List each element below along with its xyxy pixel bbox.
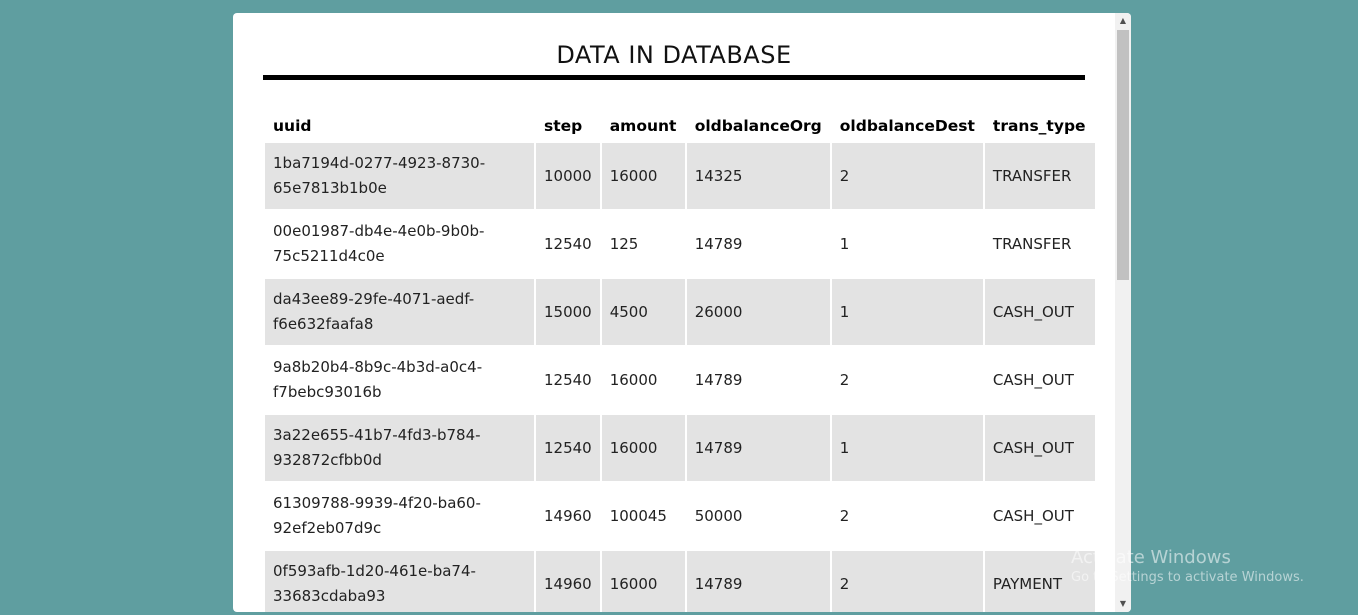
table-row: 1ba7194d-0277-4923-8730- 65e7813b1b0e 10…	[265, 143, 1095, 209]
cell-uuid: 0f593afb-1d20-461e-ba74- 33683cdaba93	[265, 551, 534, 612]
cell-step: 12540	[536, 211, 600, 277]
cell-step: 12540	[536, 415, 600, 481]
cell-oldbalance-dest: 2	[831, 551, 983, 612]
cell-trans-type: CASH_OUT	[984, 279, 1095, 345]
table-row: da43ee89-29fe-4071-aedf- f6e632faafa8 15…	[265, 279, 1095, 345]
cell-amount: 16000	[601, 415, 685, 481]
cell-oldbalance-dest: 2	[831, 143, 983, 209]
cell-oldbalance-org: 50000	[686, 483, 830, 549]
watermark-subtitle: Go to Settings to activate Windows.	[1071, 570, 1304, 585]
cell-oldbalance-dest: 1	[831, 211, 983, 277]
cell-amount: 16000	[601, 143, 685, 209]
uuid-value: 00e01987-db4e-4e0b-9b0b- 75c5211d4c0e	[273, 222, 485, 265]
cell-oldbalance-dest: 1	[831, 279, 983, 345]
header-uuid: uuid	[273, 117, 312, 135]
cell-amount: 4500	[601, 279, 685, 345]
cell-uuid: 00e01987-db4e-4e0b-9b0b- 75c5211d4c0e	[265, 211, 534, 277]
title-divider	[263, 75, 1085, 80]
cell-step: 15000	[536, 279, 600, 345]
uuid-value: 0f593afb-1d20-461e-ba74- 33683cdaba93	[273, 562, 476, 605]
table-row: 9a8b20b4-8b9c-4b3d-a0c4- f7bebc93016b 12…	[265, 347, 1095, 413]
cell-amount: 16000	[601, 347, 685, 413]
uuid-value: 1ba7194d-0277-4923-8730- 65e7813b1b0e	[273, 154, 486, 197]
scrollbar-thumb[interactable]	[1117, 30, 1129, 280]
cell-oldbalance-org: 14325	[686, 143, 830, 209]
cell-oldbalance-org: 26000	[686, 279, 830, 345]
cell-amount: 16000	[601, 551, 685, 612]
cell-step: 12540	[536, 347, 600, 413]
cell-uuid: da43ee89-29fe-4071-aedf- f6e632faafa8	[265, 279, 534, 345]
cell-amount: 125	[601, 211, 685, 277]
header-oldbalance-dest: oldbalanceDest	[839, 117, 975, 135]
header-amount: amount	[609, 117, 677, 135]
uuid-value: 61309788-9939-4f20-ba60- 92ef2eb07d9c	[273, 494, 481, 537]
cell-trans-type: CASH_OUT	[984, 347, 1095, 413]
uuid-value: 9a8b20b4-8b9c-4b3d-a0c4- f7bebc93016b	[273, 358, 483, 401]
vertical-scrollbar[interactable]: ▲ ▼	[1115, 13, 1131, 612]
cell-oldbalance-org: 14789	[686, 551, 830, 612]
watermark-title: Activate Windows	[1071, 547, 1231, 568]
cell-uuid: 3a22e655-41b7-4fd3-b784- 932872cfbb0d	[265, 415, 534, 481]
cell-uuid: 1ba7194d-0277-4923-8730- 65e7813b1b0e	[265, 143, 534, 209]
cell-oldbalance-dest: 1	[831, 415, 983, 481]
data-panel: DATA IN DATABASE uuid step amount oldbal…	[233, 13, 1131, 612]
cell-step: 14960	[536, 483, 600, 549]
table-header-row: uuid step amount oldbalanceOrg oldbalanc…	[265, 111, 1095, 141]
panel-content: DATA IN DATABASE uuid step amount oldbal…	[233, 13, 1115, 612]
cell-oldbalance-org: 14789	[686, 211, 830, 277]
table-row: 61309788-9939-4f20-ba60- 92ef2eb07d9c 14…	[265, 483, 1095, 549]
cell-trans-type: CASH_OUT	[984, 483, 1095, 549]
cell-amount: 100045	[601, 483, 685, 549]
table-row: 00e01987-db4e-4e0b-9b0b- 75c5211d4c0e 12…	[265, 211, 1095, 277]
cell-step: 14960	[536, 551, 600, 612]
header-step: step	[544, 117, 583, 135]
table-row: 3a22e655-41b7-4fd3-b784- 932872cfbb0d 12…	[265, 415, 1095, 481]
page-title: DATA IN DATABASE	[556, 41, 792, 69]
cell-oldbalance-org: 14789	[686, 415, 830, 481]
activate-windows-watermark: Activate Windows Go to Settings to activ…	[1071, 547, 1304, 587]
cell-trans-type: TRANSFER	[984, 143, 1095, 209]
cell-trans-type: CASH_OUT	[984, 415, 1095, 481]
cell-trans-type: TRANSFER	[984, 211, 1095, 277]
uuid-value: da43ee89-29fe-4071-aedf- f6e632faafa8	[273, 290, 475, 333]
data-table: uuid step amount oldbalanceOrg oldbalanc…	[263, 109, 1097, 612]
cell-uuid: 9a8b20b4-8b9c-4b3d-a0c4- f7bebc93016b	[265, 347, 534, 413]
scroll-up-icon[interactable]: ▲	[1115, 13, 1131, 29]
header-oldbalance-org: oldbalanceOrg	[694, 117, 822, 135]
cell-step: 10000	[536, 143, 600, 209]
scroll-down-icon[interactable]: ▼	[1115, 596, 1131, 612]
table-row: 0f593afb-1d20-461e-ba74- 33683cdaba93 14…	[265, 551, 1095, 612]
cell-uuid: 61309788-9939-4f20-ba60- 92ef2eb07d9c	[265, 483, 534, 549]
uuid-value: 3a22e655-41b7-4fd3-b784- 932872cfbb0d	[273, 426, 481, 469]
cell-oldbalance-org: 14789	[686, 347, 830, 413]
cell-oldbalance-dest: 2	[831, 483, 983, 549]
header-trans-type: trans_type	[992, 117, 1086, 135]
cell-oldbalance-dest: 2	[831, 347, 983, 413]
